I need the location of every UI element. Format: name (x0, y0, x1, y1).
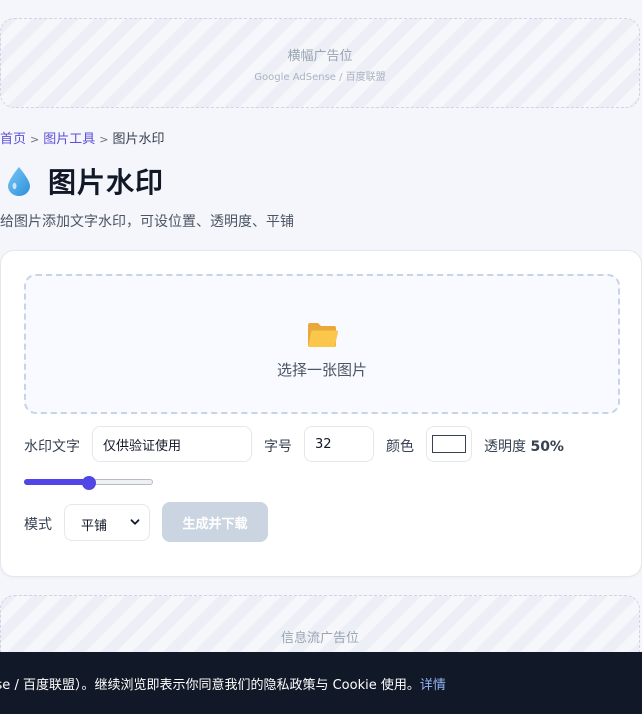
mode-selected-value: 平铺 (81, 519, 108, 534)
image-upload-dropzone[interactable]: 选择一张图片 (24, 274, 620, 414)
banner-ad-subtitle: Google AdSense / 百度联盟 (254, 72, 386, 83)
opacity-label: 透明度 (484, 439, 526, 455)
color-picker[interactable] (426, 426, 472, 462)
opacity-slider[interactable] (24, 476, 153, 490)
cookie-details-link[interactable]: 详情 (420, 678, 446, 693)
breadcrumb-separator: > (99, 133, 109, 146)
opacity-value: 50% (530, 439, 564, 455)
watermark-text-label: 水印文字 (24, 439, 80, 455)
breadcrumb-current: 图片水印 (112, 132, 165, 147)
watermark-text-input[interactable] (92, 426, 252, 462)
cookie-message: e AdSense / 百度联盟）。继续浏览即表示你同意我们的隐私政策与 Coo… (0, 674, 446, 693)
font-size-label: 字号 (264, 439, 292, 455)
page-title: 图片水印 (48, 166, 165, 199)
banner-ad: 横幅广告位 Google AdSense / 百度联盟 (0, 18, 640, 108)
mode-label: 模式 (24, 517, 52, 533)
watermark-tool-card: 选择一张图片 水印文字 字号 颜色 透明度 50% 模式 平铺 生成并下载 (0, 250, 642, 577)
page-subtitle: 给图片添加文字水印，可设位置、透明度、平铺 (0, 214, 294, 230)
color-swatch (432, 435, 466, 453)
font-size-input[interactable] (304, 426, 374, 462)
banner-ad-title: 横幅广告位 (287, 49, 353, 64)
feed-ad-title: 信息流广告位 (280, 631, 359, 646)
water-drop-icon (8, 167, 30, 196)
cookie-consent-bar: e AdSense / 百度联盟）。继续浏览即表示你同意我们的隐私政策与 Coo… (0, 652, 642, 714)
chevron-down-icon (130, 519, 140, 525)
slider-thumb[interactable] (81, 476, 96, 490)
breadcrumb-section-link[interactable]: 图片工具 (43, 132, 95, 147)
dropzone-label: 选择一张图片 (276, 361, 367, 379)
mode-select[interactable]: 平铺 (64, 504, 150, 541)
opacity-label-group: 透明度 50% (484, 436, 564, 456)
generate-download-button[interactable]: 生成并下载 (162, 502, 268, 542)
folder-icon (308, 323, 339, 347)
breadcrumb-separator: > (30, 133, 40, 146)
page-header: 图片水印 (6, 163, 164, 199)
slider-fill (24, 479, 89, 485)
breadcrumb-home-link[interactable]: 首页 (0, 132, 26, 147)
color-label: 颜色 (386, 439, 414, 455)
breadcrumb: 首页 > 图片工具 > 图片水印 (0, 128, 164, 147)
cookie-message-text: e AdSense / 百度联盟）。继续浏览即表示你同意我们的隐私政策与 Coo… (0, 678, 420, 693)
